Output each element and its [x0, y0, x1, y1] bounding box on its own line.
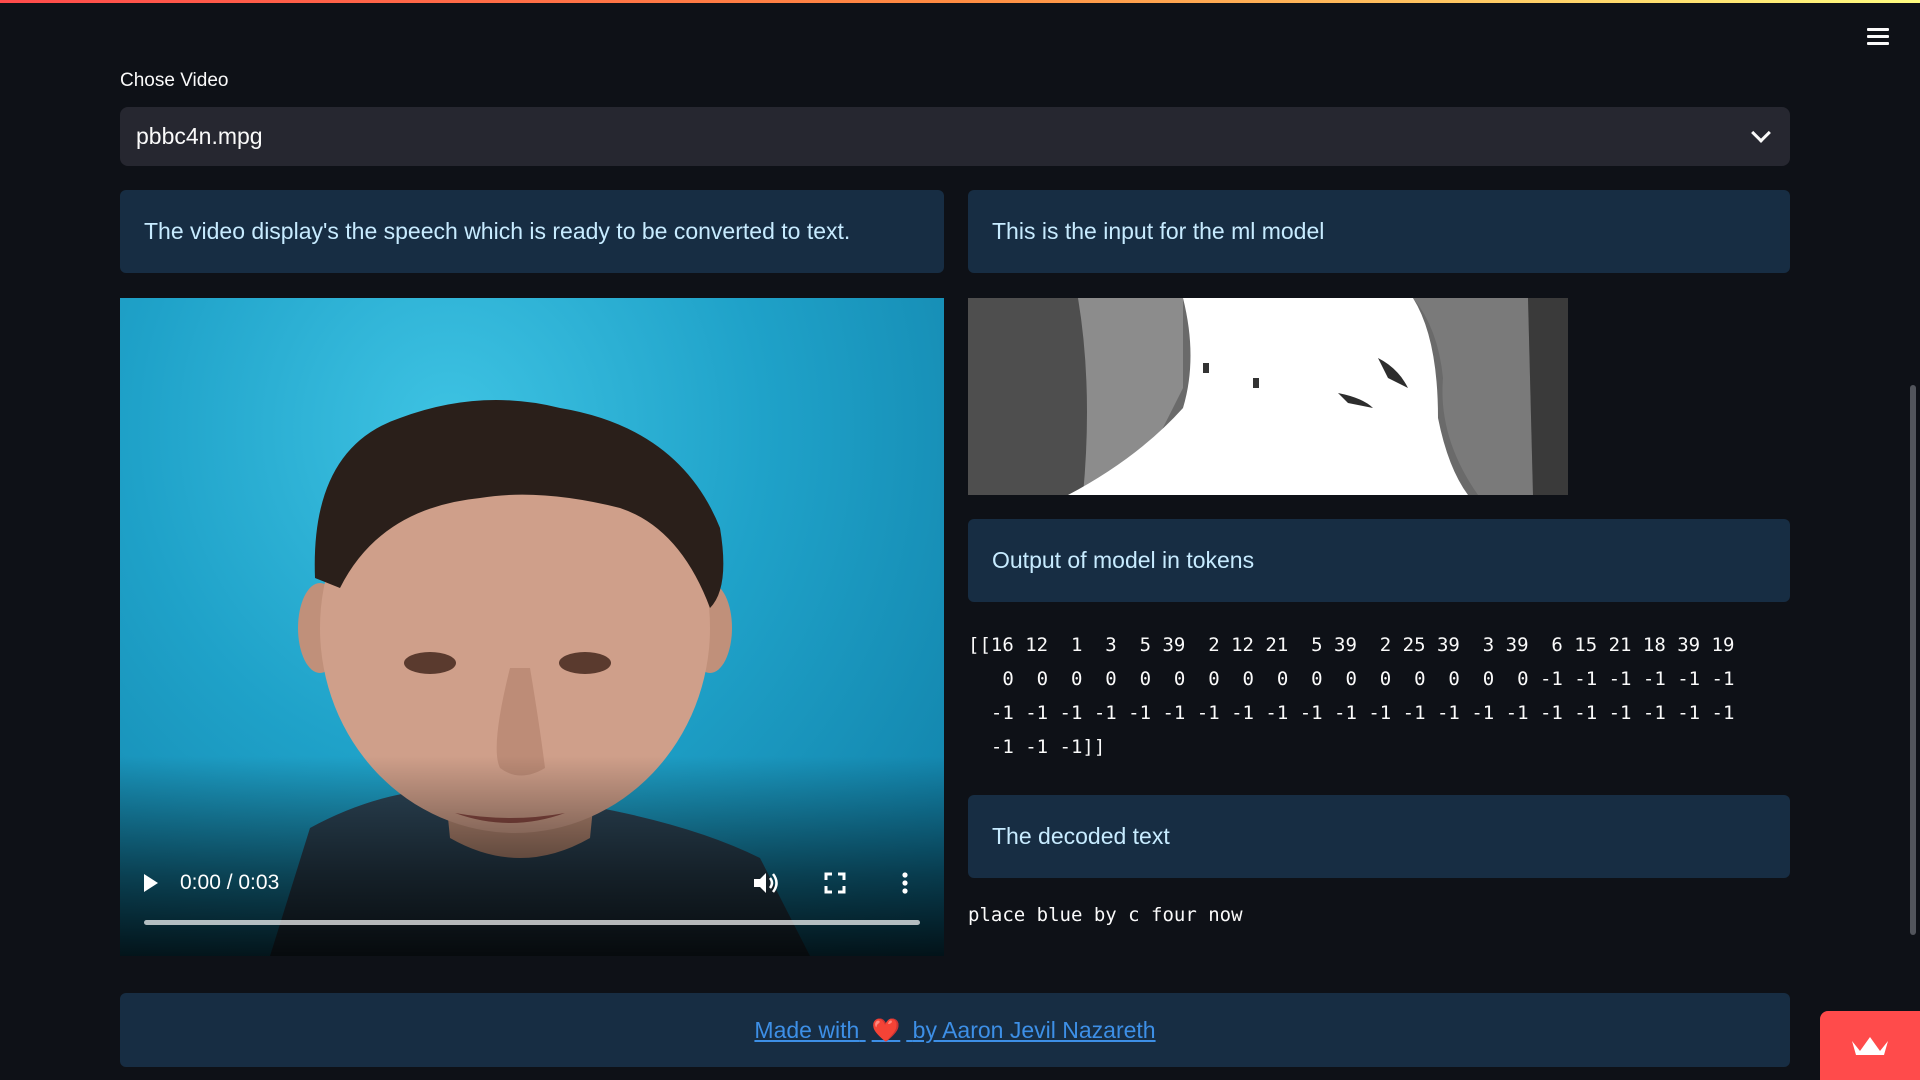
model-input-frame	[968, 298, 1568, 495]
play-icon[interactable]	[144, 874, 158, 892]
more-options-icon-shape	[902, 872, 908, 894]
hamburger-menu-icon[interactable]	[1864, 22, 1892, 50]
info-model-input: This is the input for the ml model	[968, 190, 1790, 273]
menu-line	[1867, 34, 1889, 38]
info-decoded-text: The decoded text	[968, 795, 1790, 878]
main-container: Chose Video pbbc4n.mpg The video display…	[120, 0, 1790, 1080]
volume-icon[interactable]	[750, 868, 780, 898]
chevron-down-icon[interactable]	[1751, 122, 1771, 143]
volume-icon-shape	[754, 873, 778, 893]
fullscreen-icon[interactable]	[820, 868, 850, 898]
footer: Made with ❤️ by Aaron Jevil Nazareth	[120, 993, 1790, 1067]
video-select-value: pbbc4n.mpg	[136, 123, 263, 149]
info-model-tokens-text: Output of model in tokens	[992, 547, 1255, 573]
page-scrollbar[interactable]	[1910, 385, 1916, 935]
info-video-description-text: The video display's the speech which is …	[144, 218, 851, 244]
video-controls: 0:00 / 0:03	[120, 858, 944, 908]
fullscreen-icon-shape	[824, 872, 846, 894]
video-time: 0:00 / 0:03	[180, 871, 280, 894]
more-options-icon[interactable]	[890, 868, 920, 898]
model-output-tokens: [[16 12 1 3 5 39 2 12 21 5 39 2 25 39 3 …	[968, 634, 1735, 758]
footer-credit-link[interactable]: Made with ❤️ by Aaron Jevil Nazareth	[754, 1017, 1155, 1044]
menu-line	[1867, 41, 1889, 45]
footer-prefix: Made with	[754, 1016, 860, 1043]
streamlit-badge[interactable]	[1820, 1011, 1920, 1080]
crown-icon	[1852, 1036, 1888, 1055]
menu-line	[1867, 27, 1889, 31]
decoded-text: place blue by c four now	[968, 904, 1243, 926]
select-label: Chose Video	[120, 70, 229, 91]
info-video-description: The video display's the speech which is …	[120, 190, 944, 273]
video-player[interactable]: 0:00 / 0:03	[120, 298, 944, 956]
model-input-image	[968, 298, 1568, 495]
video-controls-fade	[120, 756, 944, 956]
info-decoded-text-label: The decoded text	[992, 823, 1170, 849]
video-select[interactable]: pbbc4n.mpg	[120, 107, 1790, 166]
heart-icon: ❤️	[871, 1016, 901, 1043]
info-model-input-text: This is the input for the ml model	[992, 218, 1325, 244]
info-model-tokens: Output of model in tokens	[968, 519, 1790, 602]
video-progress-bar[interactable]	[144, 920, 920, 925]
footer-suffix: by Aaron Jevil Nazareth	[912, 1016, 1156, 1043]
